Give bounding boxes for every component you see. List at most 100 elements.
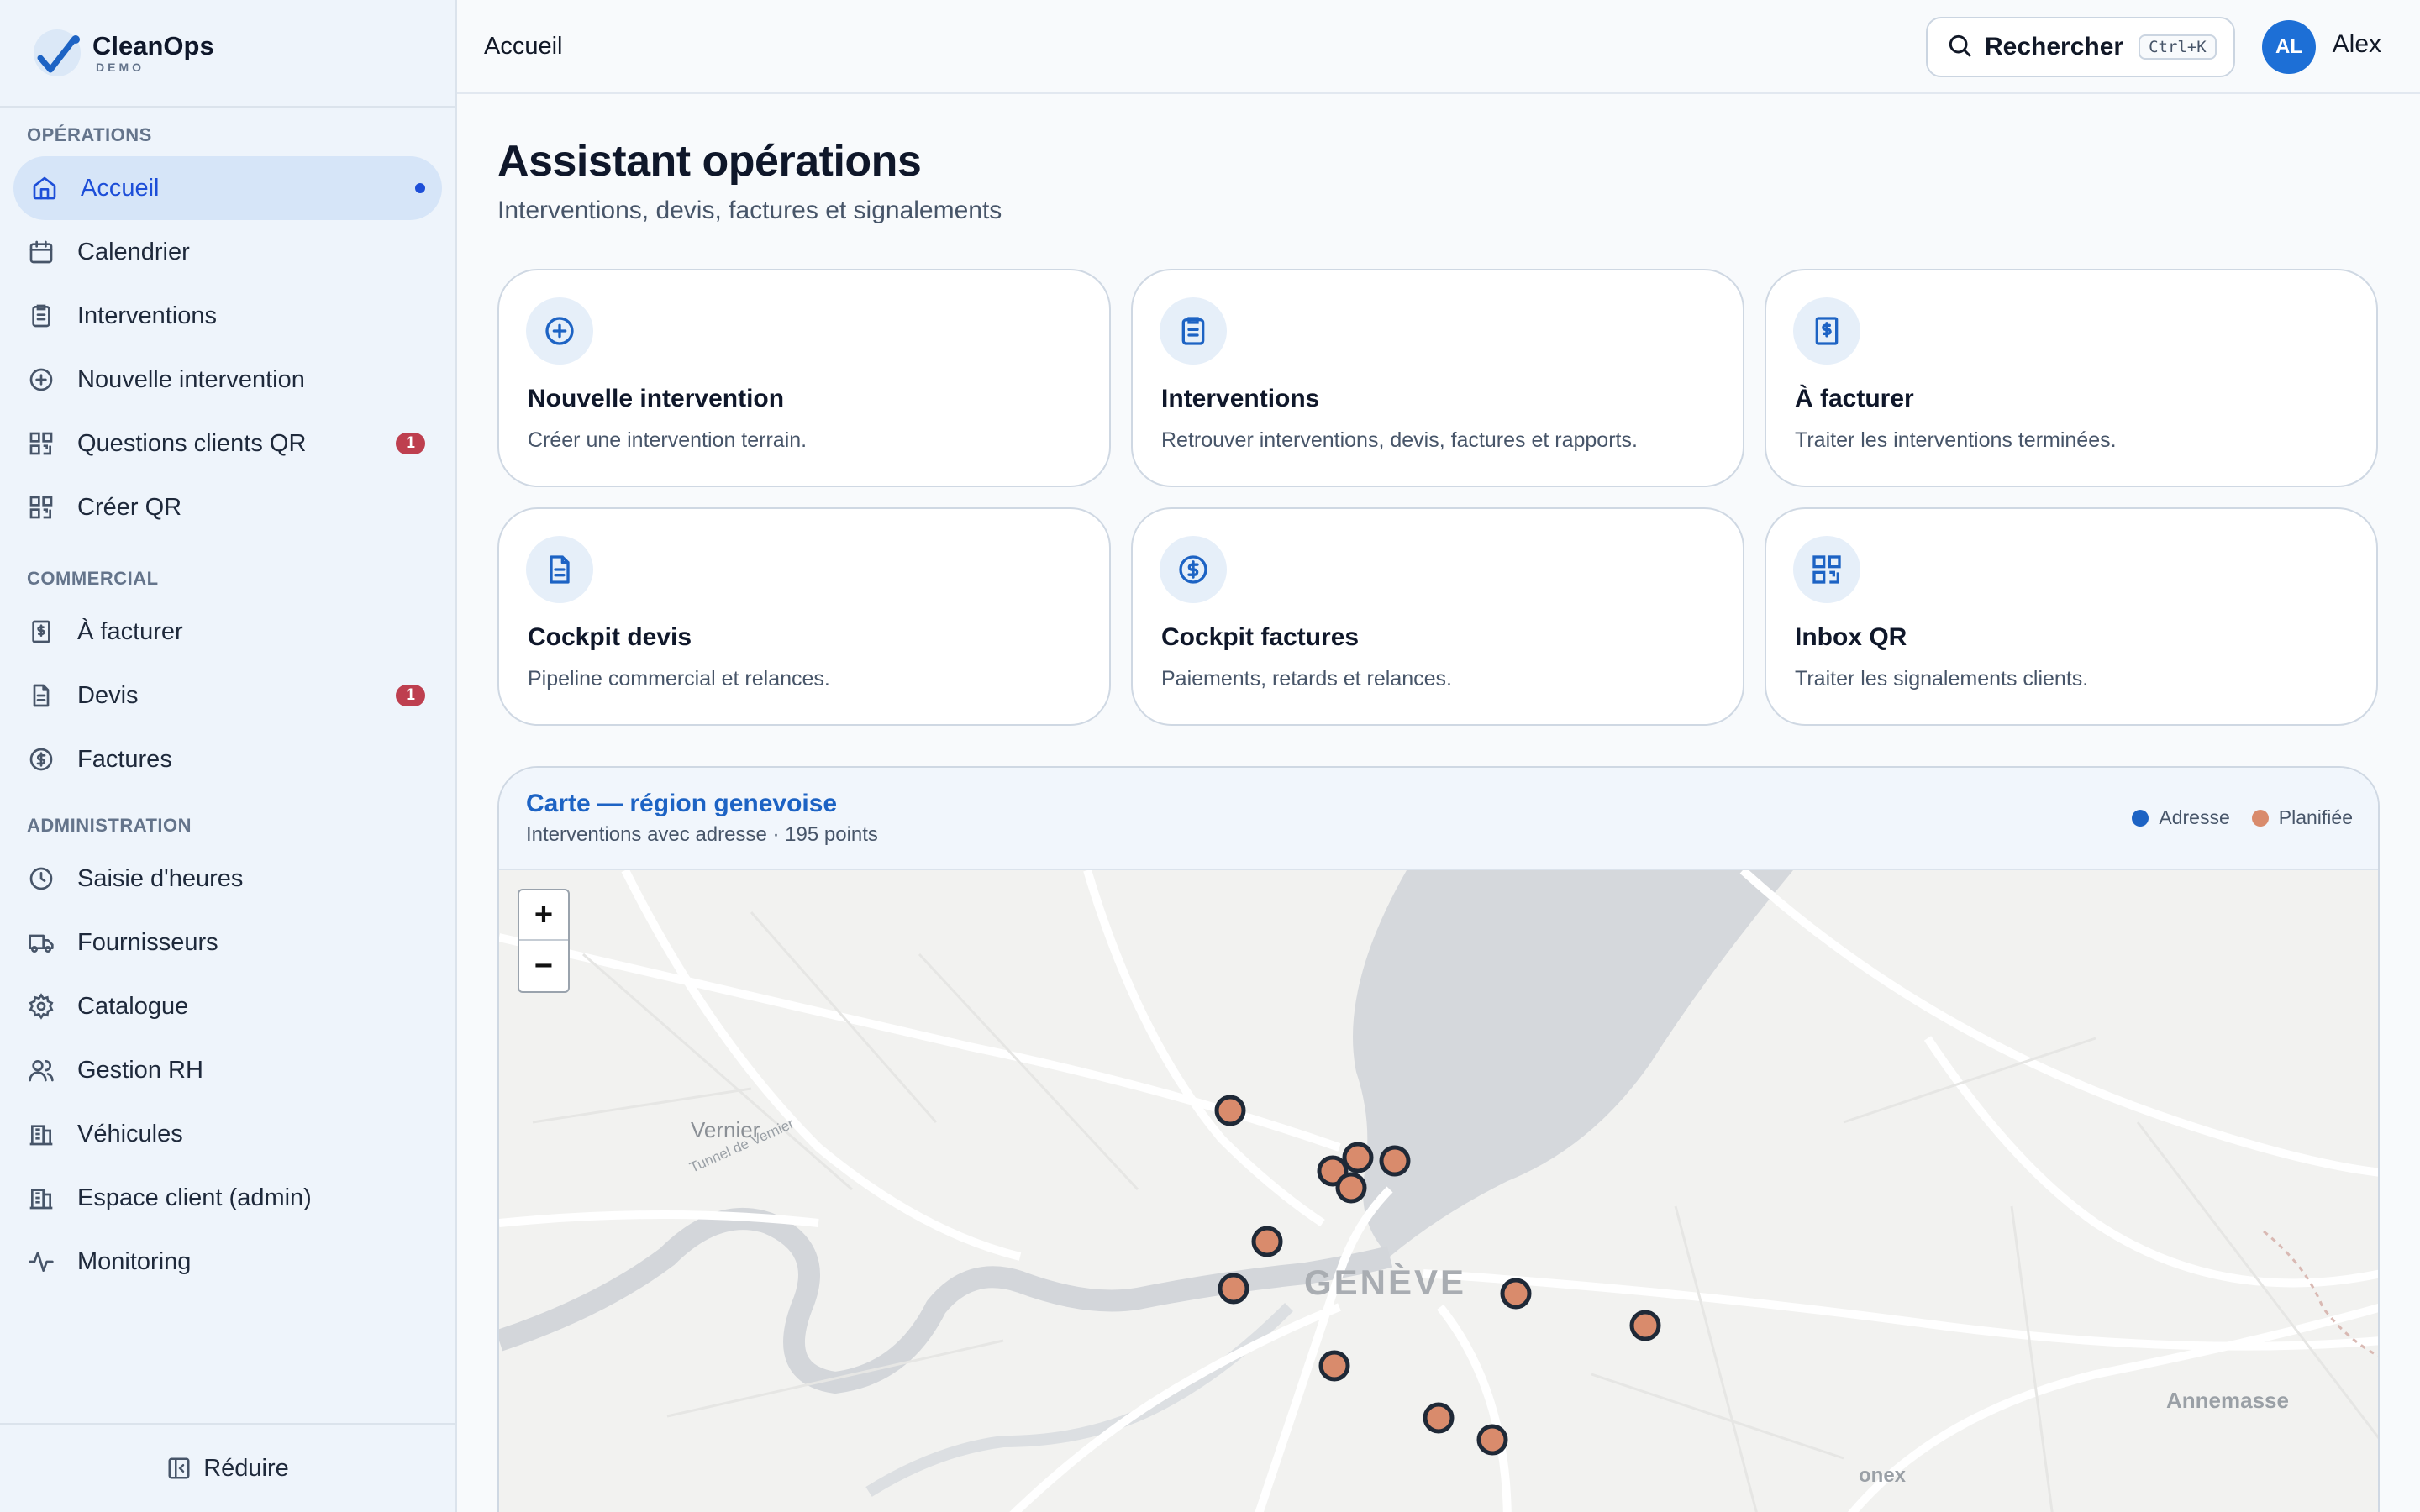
sidebar-item-label: Véhicules — [77, 1120, 183, 1147]
card-description: Traiter les interventions terminées. — [1795, 428, 2117, 452]
legend-dot — [2251, 809, 2269, 827]
page-subtitle: Interventions, devis, factures et signal… — [497, 197, 1002, 224]
map-marker[interactable] — [1214, 1095, 1246, 1126]
calendar-icon — [27, 238, 55, 266]
map-marker[interactable] — [1423, 1402, 1455, 1434]
collapse-icon — [166, 1456, 192, 1481]
sidebar-item-saisie-heures[interactable]: Saisie d'heures — [13, 847, 442, 911]
sidebar-item-calendrier[interactable]: Calendrier — [13, 220, 442, 284]
sidebar-item-nouvelle-intervention[interactable]: Nouvelle intervention — [13, 348, 442, 412]
count-badge: 1 — [396, 685, 425, 706]
map-header: Carte — région genevoise Interventions a… — [499, 768, 2378, 870]
collapse-button[interactable]: Réduire — [0, 1423, 455, 1512]
sidebar-item-fournisseurs[interactable]: Fournisseurs — [13, 911, 442, 974]
map-marker[interactable] — [1342, 1142, 1374, 1173]
document-icon — [526, 536, 593, 603]
card-title: Cockpit factures — [1161, 623, 1360, 651]
card-description: Paiements, retards et relances. — [1161, 667, 1452, 690]
map-title[interactable]: Carte — région genevoise — [526, 790, 837, 818]
dollar-circle-icon — [27, 745, 55, 774]
sidebar-item-label: Interventions — [77, 302, 218, 329]
map-marker[interactable] — [1500, 1278, 1532, 1310]
count-badge: 1 — [396, 433, 425, 454]
card-title: Nouvelle intervention — [528, 385, 785, 412]
qr-code-icon — [27, 493, 55, 522]
sidebar-item-label: Factures — [77, 745, 172, 773]
check-logo-icon — [34, 29, 81, 76]
sidebar-item-label: Saisie d'heures — [77, 864, 244, 892]
legend-dot — [2132, 809, 2149, 827]
map-marker[interactable] — [1218, 1273, 1249, 1305]
card-inbox-qr[interactable]: Inbox QR Traiter les signalements client… — [1765, 507, 2378, 726]
brand[interactable]: CleanOps DEMO — [0, 0, 455, 108]
avatar[interactable]: AL — [2262, 20, 2316, 74]
sidebar-item-monitoring[interactable]: Monitoring — [13, 1230, 442, 1294]
clock-icon — [27, 864, 55, 893]
building-icon — [27, 1120, 55, 1148]
plus-circle-icon — [526, 297, 593, 365]
sidebar: CleanOps DEMO OPÉRATIONS Accueil Calendr… — [0, 0, 457, 1512]
sidebar-item-gestion-rh[interactable]: Gestion RH — [13, 1038, 442, 1102]
map-marker[interactable] — [1629, 1310, 1661, 1341]
main-content: Assistant opérations Interventions, devi… — [457, 94, 2420, 1512]
sidebar-item-a-facturer[interactable]: À facturer — [13, 600, 442, 664]
sidebar-item-interventions[interactable]: Interventions — [13, 284, 442, 348]
card-title: Inbox QR — [1795, 623, 1907, 651]
truck-icon — [27, 928, 55, 957]
sidebar-item-label: Créer QR — [77, 493, 182, 521]
gear-icon — [27, 992, 55, 1021]
zoom-out-button[interactable]: − — [519, 941, 568, 991]
qr-code-icon — [27, 429, 55, 458]
zoom-in-button[interactable]: + — [519, 890, 568, 941]
sidebar-item-questions-clients-qr[interactable]: Questions clients QR 1 — [13, 412, 442, 475]
document-icon — [27, 681, 55, 710]
sidebar-item-label: Monitoring — [77, 1247, 192, 1275]
card-cockpit-devis[interactable]: Cockpit devis Pipeline commercial et rel… — [497, 507, 1111, 726]
legend-item-planifiee: Planifiée — [2251, 806, 2353, 829]
map-marker[interactable] — [1318, 1350, 1350, 1382]
card-title: Interventions — [1161, 385, 1320, 412]
map-canvas[interactable]: Vernier Tunnel de Vernier GENÈVE Annemas… — [499, 867, 2378, 1512]
users-icon — [27, 1056, 55, 1084]
sidebar-item-label: À facturer — [77, 617, 183, 645]
card-cockpit-factures[interactable]: Cockpit factures Paiements, retards et r… — [1131, 507, 1744, 726]
sidebar-item-devis[interactable]: Devis 1 — [13, 664, 442, 727]
search-button[interactable]: Rechercher Ctrl+K — [1926, 17, 2235, 77]
top-bar: Accueil Rechercher Ctrl+K AL Alex — [457, 0, 2420, 94]
sidebar-item-label: Catalogue — [77, 992, 189, 1020]
card-nouvelle-intervention[interactable]: Nouvelle intervention Créer une interven… — [497, 269, 1111, 487]
search-icon — [1946, 32, 1973, 63]
place-label-geneve: GENÈVE — [1304, 1263, 1466, 1302]
map-marker[interactable] — [1251, 1226, 1283, 1257]
user-name[interactable]: Alex — [2333, 30, 2381, 59]
legend-item-adresse: Adresse — [2132, 806, 2230, 829]
qr-code-icon — [1793, 536, 1860, 603]
card-title: À facturer — [1795, 385, 1914, 412]
sidebar-nav: OPÉRATIONS Accueil Calendrier Interventi… — [0, 108, 455, 1294]
sidebar-item-label: Accueil — [81, 174, 160, 202]
active-dot — [415, 183, 425, 193]
sidebar-item-label: Nouvelle intervention — [77, 365, 305, 393]
legend-label: Adresse — [2159, 806, 2230, 828]
sidebar-item-catalogue[interactable]: Catalogue — [13, 974, 442, 1038]
sidebar-item-vehicules[interactable]: Véhicules — [13, 1102, 442, 1166]
card-title: Cockpit devis — [528, 623, 692, 651]
card-description: Créer une intervention terrain. — [528, 428, 808, 452]
card-a-facturer[interactable]: À facturer Traiter les interventions ter… — [1765, 269, 2378, 487]
page-title: Assistant opérations — [497, 137, 922, 186]
legend-label: Planifiée — [2278, 806, 2353, 828]
collapse-label: Réduire — [203, 1454, 289, 1482]
sidebar-item-accueil[interactable]: Accueil — [13, 156, 442, 220]
card-interventions[interactable]: Interventions Retrouver interventions, d… — [1131, 269, 1744, 487]
sidebar-item-creer-qr[interactable]: Créer QR — [13, 475, 442, 539]
section-operations: OPÉRATIONS — [27, 124, 152, 145]
clipboard-icon — [1160, 297, 1227, 365]
map-marker[interactable] — [1379, 1145, 1411, 1177]
map-marker[interactable] — [1476, 1424, 1508, 1456]
zoom-control: + − — [518, 889, 570, 993]
brand-name: CleanOps — [92, 31, 214, 60]
map-marker[interactable] — [1335, 1172, 1367, 1204]
card-description: Traiter les signalements clients. — [1795, 667, 2089, 690]
sidebar-item-factures[interactable]: Factures — [13, 727, 442, 791]
sidebar-item-espace-client[interactable]: Espace client (admin) — [13, 1166, 442, 1230]
